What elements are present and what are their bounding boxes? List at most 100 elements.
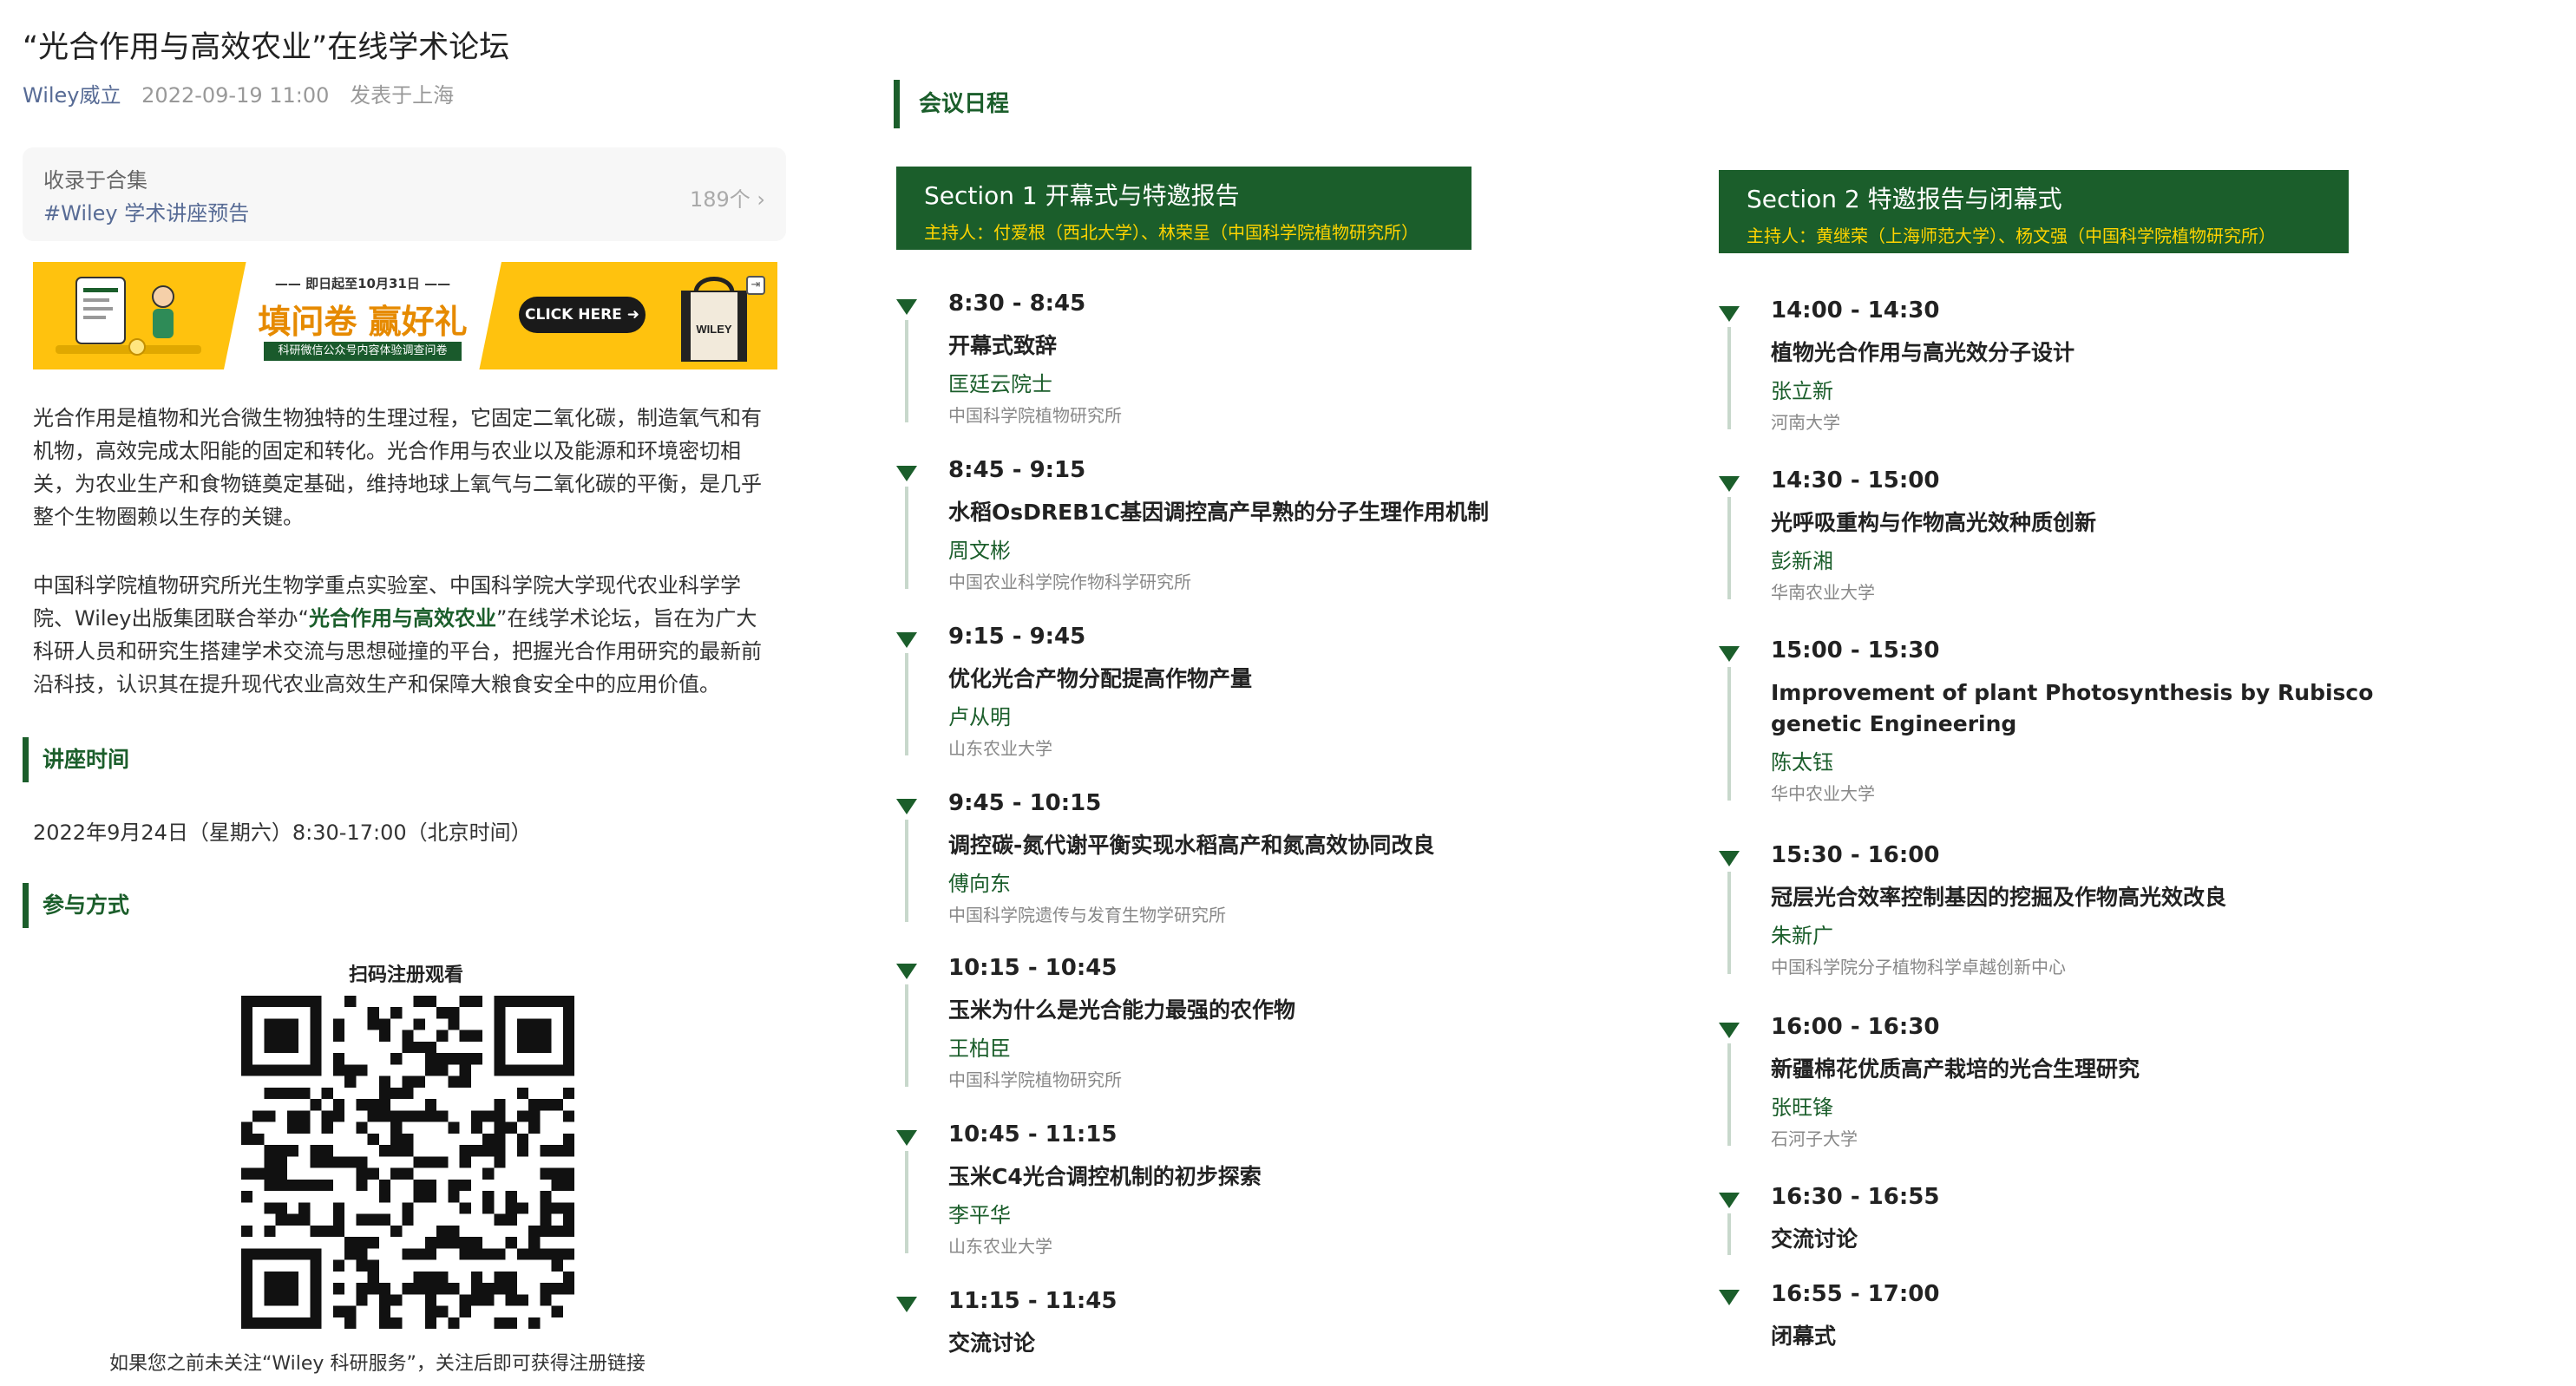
agenda-affiliation: 石河子大学 (1771, 1128, 1858, 1149)
agenda-speaker: 卢从明 (948, 705, 1011, 729)
agenda-speaker: 李平华 (948, 1203, 1011, 1227)
intro-paragraph-2: 中国科学院植物研究所光生物学重点实验室、中国科学院大学现代农业科学学院、Wile… (33, 569, 776, 701)
agenda-time: 15:00 - 15:30 (1771, 637, 1940, 664)
timeline-line (905, 653, 908, 755)
survey-illustration-icon (56, 277, 201, 356)
agenda-topic: 水稻OsDREB1C基因调控高产早熟的分子生理作用机制 (948, 500, 1490, 525)
section-1-header: Section 1 开幕式与特邀报告 主持人：付爱根（西北大学）、林荣呈（中国科… (896, 167, 1472, 250)
banner-sub-text: 科研微信公众号内容体验调查问卷 (264, 342, 462, 361)
agenda-time: 15:30 - 16:00 (1771, 842, 1940, 868)
timeline-line (905, 487, 908, 589)
agenda-speaker: 傅向东 (948, 872, 1011, 896)
intro-paragraph-1: 光合作用是植物和光合微生物独特的生理过程，它固定二氧化碳，制造氧气和有机物，高效… (33, 406, 762, 529)
agenda-time: 14:30 - 15:00 (1771, 467, 1940, 494)
collection-count: 189个 › (689, 187, 765, 212)
timeline-line (905, 984, 908, 1087)
agenda-speaker: 周文彬 (948, 539, 1011, 563)
agenda-time: 10:45 - 11:15 (948, 1121, 1118, 1147)
agenda-speaker: 匡廷云院士 (948, 372, 1052, 396)
timeline-line (1727, 667, 1731, 801)
qr-code[interactable] (241, 996, 574, 1329)
agenda-speaker: 朱新广 (1771, 924, 1833, 948)
triangle-down-icon (1719, 1023, 1740, 1038)
agenda-time: 8:30 - 8:45 (948, 291, 1086, 317)
publish-date: 2022-09-19 11:00 (141, 83, 330, 108)
agenda-topic: 闭幕式 (1771, 1324, 1837, 1349)
agenda-topic: 交流讨论 (1771, 1226, 1858, 1252)
article-title: “光合作用与高效农业”在线学术论坛 (23, 30, 510, 65)
triangle-down-icon (896, 799, 917, 814)
click-here-button[interactable]: CLICK HERE ➜ (519, 297, 646, 333)
section-title: Section 2 特邀报告与闭幕式 (1747, 185, 2062, 213)
triangle-down-icon (1719, 851, 1740, 866)
triangle-down-icon (1719, 1193, 1740, 1208)
triangle-down-icon (896, 632, 917, 648)
banner-top-text: —— 即日起至10月31日 —— (274, 276, 451, 291)
agenda-topic: 交流讨论 (948, 1330, 1036, 1356)
timeline-line (905, 820, 908, 922)
agenda-topic: 植物光合作用与高光效分子设计 (1771, 340, 2075, 365)
qr-note: 如果您之前未关注“Wiley 科研服务”，关注后即可获得注册链接 (109, 1353, 646, 1375)
section-hosts: 主持人：付爱根（西北大学）、林荣呈（中国科学院植物研究所） (924, 222, 1419, 243)
timeline-line (905, 320, 908, 422)
agenda-time: 14:00 - 14:30 (1771, 297, 1940, 324)
triangle-down-icon (896, 964, 917, 979)
bag-brand-text: WILEY (696, 323, 731, 336)
agenda-speaker: 张旺锋 (1771, 1095, 1833, 1120)
agenda-topic: 玉米为什么是光合能力最强的农作物 (948, 997, 1296, 1023)
agenda-speaker: 陈太钰 (1771, 750, 1833, 775)
survey-banner[interactable]: —— 即日起至10月31日 —— 填问卷 赢好礼 科研微信公众号内容体验调查问卷… (33, 262, 777, 369)
triangle-down-icon (896, 299, 917, 315)
agenda-affiliation: 山东农业大学 (948, 738, 1052, 759)
qr-label: 扫码注册观看 (348, 964, 463, 986)
exit-icon[interactable]: ⇥ (746, 276, 765, 295)
timeline-line (1727, 327, 1731, 429)
agenda-topic: 玉米C4光合调控机制的初步探索 (948, 1164, 1262, 1189)
agenda-affiliation: 中国农业科学院作物科学研究所 (948, 572, 1191, 592)
agenda-time: 16:00 - 16:30 (1771, 1014, 1940, 1040)
agenda-time: 10:15 - 10:45 (948, 955, 1118, 981)
triangle-down-icon (1719, 476, 1740, 492)
participation-heading: 参与方式 (23, 883, 129, 928)
agenda-affiliation: 河南大学 (1771, 412, 1840, 433)
triangle-down-icon (896, 1297, 917, 1312)
timeline-line (1727, 1213, 1731, 1255)
agenda-heading: 会议日程 (894, 80, 1009, 128)
agenda-topic: Improvement of plant Photosynthesis by R… (1771, 680, 2374, 736)
agenda-affiliation: 中国科学院遗传与发育生物学研究所 (948, 905, 1226, 925)
section-hosts: 主持人：黄继荣（上海师范大学）、杨文强（中国科学院植物研究所） (1747, 226, 2276, 246)
section-title: Section 1 开幕式与特邀报告 (924, 181, 1240, 210)
event-name-highlight: 光合作用与高效农业 (308, 606, 496, 631)
triangle-down-icon (896, 466, 917, 481)
agenda-time: 8:45 - 9:15 (948, 457, 1086, 483)
section-2-header: Section 2 特邀报告与闭幕式 主持人：黄继荣（上海师范大学）、杨文强（中… (1719, 170, 2349, 253)
triangle-down-icon (1719, 306, 1740, 322)
collection-card[interactable]: 收录于合集 #Wiley 学术讲座预告 189个 › (23, 147, 786, 241)
author-link[interactable]: Wiley威立 (23, 83, 121, 108)
timeline-line (1727, 872, 1731, 974)
lecture-time-heading: 讲座时间 (23, 737, 129, 782)
timeline-line (1727, 1043, 1731, 1146)
agenda-topic: 开幕式致辞 (948, 333, 1058, 358)
qr-code-icon (241, 996, 574, 1329)
agenda-speaker: 彭新湘 (1771, 549, 1833, 573)
agenda-time: 9:15 - 9:45 (948, 624, 1086, 650)
collection-label: 收录于合集 (43, 168, 147, 193)
agenda-affiliation: 中国科学院分子植物科学卓越创新中心 (1771, 957, 2066, 977)
publish-location: 发表于上海 (350, 83, 455, 108)
agenda-time: 16:30 - 16:55 (1771, 1184, 1940, 1210)
agenda-topic: 光呼吸重构与作物高光效种质创新 (1771, 510, 2097, 535)
timeline-line (1727, 497, 1731, 599)
agenda-affiliation: 华中农业大学 (1771, 783, 1875, 804)
article-meta: Wiley威立 2022-09-19 11:00 发表于上海 (23, 78, 454, 108)
agenda-topic: 冠层光合效率控制基因的挖掘及作物高光效改良 (1771, 885, 2227, 910)
agenda-time: 16:55 - 17:00 (1771, 1281, 1940, 1307)
triangle-down-icon (896, 1130, 917, 1146)
collection-tag[interactable]: #Wiley 学术讲座预告 (43, 196, 249, 226)
agenda-speaker: 王柏臣 (948, 1036, 1011, 1061)
agenda-time: 9:45 - 10:15 (948, 790, 1102, 816)
timeline-line (905, 1151, 908, 1253)
agenda-affiliation: 山东农业大学 (948, 1236, 1052, 1257)
agenda-topic: 优化光合产物分配提高作物产量 (948, 666, 1253, 691)
agenda-topic: 调控碳-氮代谢平衡实现水稻高产和氮高效协同改良 (948, 833, 1435, 858)
